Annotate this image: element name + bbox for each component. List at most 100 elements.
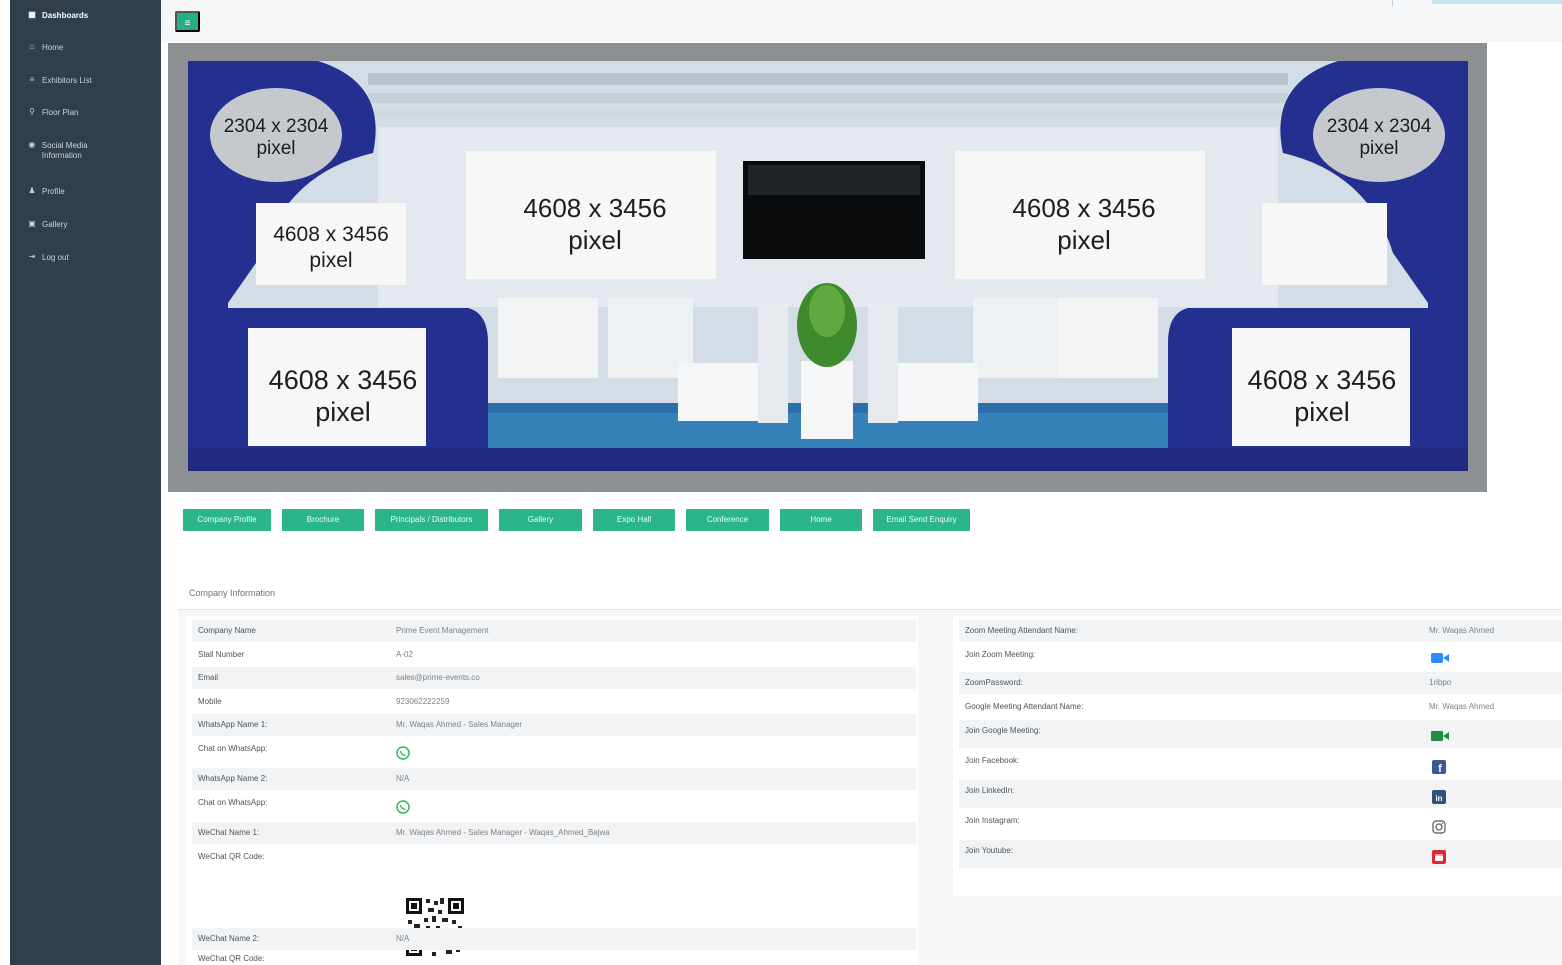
row-key: Mobile bbox=[198, 697, 222, 706]
svg-text:in: in bbox=[1435, 794, 1442, 803]
conference-button[interactable]: Conference bbox=[686, 509, 769, 531]
sidebar-item-logout[interactable]: ⇥ Log out bbox=[10, 253, 161, 263]
panel-label-center-right-line1: 4608 x 3456 bbox=[1012, 193, 1155, 223]
social-icon: ◉ bbox=[28, 140, 36, 149]
row-value: N/A bbox=[396, 934, 410, 943]
table-row: Chat on WhatsApp: bbox=[192, 792, 916, 822]
row-key: Google Meeting Attendant Name: bbox=[965, 702, 1084, 711]
panel-label-small-right-line1: 2304 x 2304 bbox=[1327, 116, 1432, 137]
panel-label-bottom-right-line1: 4608 x 3456 bbox=[1248, 365, 1397, 395]
expo-hall-button[interactable]: Expo Hall bbox=[593, 509, 675, 531]
row-key: Chat on WhatsApp: bbox=[198, 798, 268, 807]
sidebar-item-label: Floor Plan bbox=[42, 108, 79, 117]
row-key: Join LinkedIn: bbox=[965, 786, 1015, 795]
row-key: Join Instagram: bbox=[965, 816, 1020, 825]
table-row: Zoom Meeting Attendant Name: Mr. Waqas A… bbox=[959, 620, 1562, 642]
row-key: WhatsApp Name 2: bbox=[198, 774, 268, 783]
whatsapp-icon[interactable] bbox=[396, 746, 410, 760]
row-key: Company Name bbox=[198, 626, 256, 635]
home-button[interactable]: Home bbox=[780, 509, 862, 531]
row-key: Join Zoom Meeting: bbox=[965, 650, 1036, 659]
sidebar-item-floor-plan[interactable]: ⚲ Floor Plan bbox=[10, 108, 161, 118]
sidebar-item-home[interactable]: ⌂ Home bbox=[10, 43, 161, 53]
row-key: Zoom Meeting Attendant Name: bbox=[965, 626, 1078, 635]
meeting-social-table: Zoom Meeting Attendant Name: Mr. Waqas A… bbox=[953, 616, 1562, 896]
sidebar-item-label: Profile bbox=[42, 187, 65, 196]
svg-text:f: f bbox=[1438, 763, 1442, 774]
panel-label-center-left-line2: pixel bbox=[568, 225, 621, 255]
facebook-icon[interactable]: f bbox=[1432, 760, 1446, 774]
principals-distributors-button[interactable]: Principals / Distributors bbox=[375, 509, 488, 531]
youtube-icon[interactable] bbox=[1432, 850, 1446, 864]
google-meet-icon[interactable] bbox=[1431, 730, 1449, 742]
row-key: WeChat QR Code: bbox=[198, 852, 265, 861]
row-value: 1ribpo bbox=[1429, 678, 1452, 687]
sidebar-item-label: Gallery bbox=[42, 220, 68, 229]
app-frame: ▦ Dashboards ⌂ Home ≡ Exhibitors List ⚲ … bbox=[0, 0, 1562, 965]
table-row: Join Google Meeting: bbox=[959, 720, 1562, 748]
panel-header: Company Information bbox=[178, 578, 1562, 610]
row-value: A-02 bbox=[396, 650, 413, 659]
row-value: Prime Event Management bbox=[396, 626, 489, 635]
brochure-button[interactable]: Brochure bbox=[282, 509, 364, 531]
zoom-video-icon[interactable] bbox=[1431, 652, 1449, 664]
sidebar-item-gallery[interactable]: ▣ Gallery bbox=[10, 220, 161, 230]
row-value: 923062222259 bbox=[396, 697, 450, 706]
table-row: Chat on WhatsApp: bbox=[192, 738, 916, 768]
row-key: Email bbox=[198, 673, 219, 682]
whatsapp-icon[interactable] bbox=[396, 800, 410, 814]
table-row: Stall Number A-02 bbox=[192, 644, 916, 666]
top-right-tab-area bbox=[1392, 0, 1562, 6]
row-value: Mr. Waqas Ahmed bbox=[1429, 626, 1495, 635]
sidebar-item-social-media[interactable]: ◉ Social Media Information bbox=[10, 141, 110, 161]
row-key: WeChat Name 2: bbox=[198, 934, 260, 943]
table-row: WeChat QR Code: bbox=[192, 952, 916, 965]
table-row: Join Instagram: bbox=[959, 810, 1562, 838]
table-row: Email sales@prime-events.co bbox=[192, 667, 916, 689]
table-row: Join Zoom Meeting: bbox=[959, 644, 1562, 670]
logout-icon: ⇥ bbox=[28, 252, 36, 261]
row-value: Mr. Waqas Ahmed bbox=[1429, 702, 1495, 711]
panel-label-center-left-line1: 4608 x 3456 bbox=[523, 193, 666, 223]
table-row: WhatsApp Name 1: Mr. Waqas Ahmed - Sales… bbox=[192, 714, 916, 736]
company-profile-button[interactable]: Company Profile bbox=[183, 509, 271, 531]
sidebar-item-label: Home bbox=[42, 43, 64, 52]
table-row: Mobile 923062222259 bbox=[192, 691, 916, 713]
table-row: WeChat Name 1: Mr. Waqas Ahmed - Sales M… bbox=[192, 822, 916, 844]
panel-label-bottom-left-line1: 4608 x 3456 bbox=[269, 365, 418, 395]
instagram-icon[interactable] bbox=[1432, 820, 1446, 834]
linkedin-icon[interactable]: in bbox=[1432, 790, 1446, 804]
row-key: WhatsApp Name 1: bbox=[198, 720, 268, 729]
sidebar-item-label: Social Media Information bbox=[41, 141, 88, 160]
exhibition-booth-image: 2304 x 2304 pixel 2304 x 2304 pixel 4608… bbox=[168, 43, 1487, 492]
row-value: Mr. Waqas Ahmed - Sales Manager - Waqas_… bbox=[396, 828, 610, 837]
top-right-tab[interactable] bbox=[1432, 0, 1562, 4]
panel-label-side-left-line2: pixel bbox=[309, 249, 352, 272]
home-icon: ⌂ bbox=[29, 42, 35, 51]
row-value: N/A bbox=[396, 774, 410, 783]
company-information-panel: Company Information Company Name Prime E… bbox=[178, 578, 1562, 965]
email-send-enquiry-button[interactable]: Email Send Enquiry bbox=[873, 509, 970, 531]
booth-action-buttons: Company Profile Brochure Principals / Di… bbox=[183, 509, 970, 531]
row-value[interactable]: sales@prime-events.co bbox=[396, 673, 480, 682]
main-content: ≡ 2304 x 2304 pixel 2304 x 2304 pixel 46… bbox=[161, 0, 1562, 965]
panel-label-center-right-line2: pixel bbox=[1057, 225, 1110, 255]
row-key: WeChat Name 1: bbox=[198, 828, 260, 837]
sidebar-item-profile[interactable]: ♟ Profile bbox=[10, 187, 161, 197]
table-row: Join Youtube: bbox=[959, 840, 1562, 868]
gallery-button[interactable]: Gallery bbox=[499, 509, 582, 531]
sidebar-item-dashboards[interactable]: ▦ Dashboards bbox=[10, 11, 161, 21]
table-row: WeChat QR Code: bbox=[192, 846, 916, 868]
table-row: Join Facebook: f bbox=[959, 750, 1562, 778]
sidebar-item-label: Log out bbox=[42, 253, 69, 262]
top-bar: ≡ bbox=[161, 0, 1562, 42]
table-row: Google Meeting Attendant Name: Mr. Waqas… bbox=[959, 696, 1562, 718]
user-icon: ♟ bbox=[28, 186, 36, 195]
sidebar-item-exhibitors-list[interactable]: ≡ Exhibitors List bbox=[10, 76, 161, 86]
menu-toggle-button[interactable]: ≡ bbox=[175, 11, 200, 32]
row-key: Join Google Meeting: bbox=[965, 726, 1041, 735]
dashboard-icon: ▦ bbox=[28, 10, 36, 19]
panel-title: Company Information bbox=[189, 588, 276, 598]
panel-label-small-right-line2: pixel bbox=[1359, 138, 1398, 159]
row-key: WeChat QR Code: bbox=[198, 954, 265, 963]
